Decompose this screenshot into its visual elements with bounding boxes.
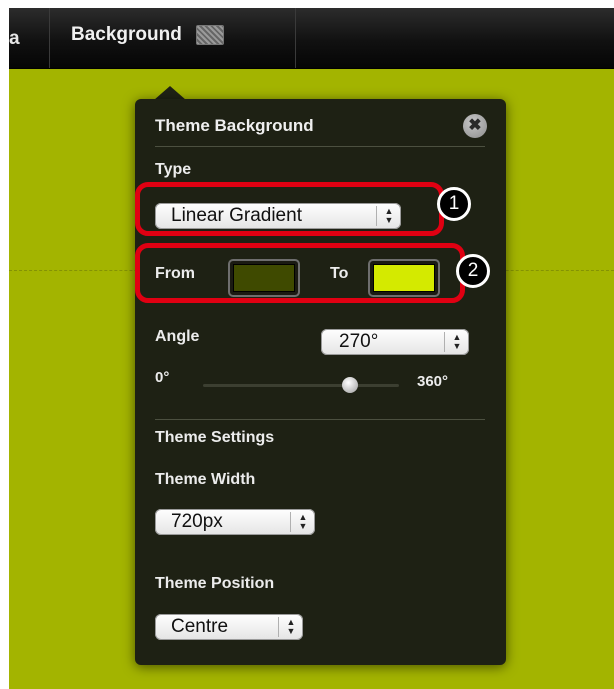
theme-position-select[interactable]: Centre ▲ ▼	[155, 614, 303, 640]
angle-slider-track[interactable]	[203, 384, 399, 387]
theme-canvas: a Background Theme Background ✖ Type Lin…	[9, 8, 614, 689]
tab-divider	[295, 8, 296, 68]
angle-label: Angle	[155, 328, 200, 345]
popover-pointer	[154, 86, 186, 100]
gradient-highlight	[135, 243, 465, 303]
callout-badge-2: 2	[456, 254, 490, 288]
theme-position-label: Theme Position	[155, 575, 275, 592]
tab-background[interactable]: Background	[71, 24, 224, 46]
divider	[155, 419, 485, 420]
background-swatch-icon	[195, 25, 224, 45]
panel-title: Theme Background	[155, 116, 314, 135]
type-highlight	[135, 182, 444, 236]
theme-width-value: 720px	[171, 511, 223, 532]
angle-select-value: 270°	[339, 331, 379, 352]
callout-badge-1: 1	[437, 187, 471, 221]
divider	[155, 146, 485, 147]
theme-width-label: Theme Width	[155, 471, 256, 488]
theme-width-select[interactable]: 720px ▲ ▼	[155, 509, 315, 535]
angle-slider-thumb[interactable]	[342, 377, 358, 393]
up-down-arrows-icon: ▲ ▼	[278, 617, 303, 637]
close-icon[interactable]: ✖	[463, 114, 487, 138]
tab-divider	[49, 8, 50, 68]
theme-settings-heading: Theme Settings	[155, 429, 275, 446]
type-label: Type	[155, 161, 192, 178]
up-down-arrows-icon: ▲ ▼	[444, 332, 469, 352]
angle-select[interactable]: 270° ▲ ▼	[321, 329, 469, 355]
top-toolbar: a Background	[9, 8, 614, 69]
up-down-arrows-icon: ▲ ▼	[290, 512, 315, 532]
angle-max-label: 360°	[417, 373, 449, 390]
tab-background-label: Background	[71, 24, 182, 45]
angle-min-label: 0°	[155, 369, 170, 386]
tab-previous[interactable]: a	[9, 28, 20, 50]
theme-position-value: Centre	[171, 616, 229, 637]
